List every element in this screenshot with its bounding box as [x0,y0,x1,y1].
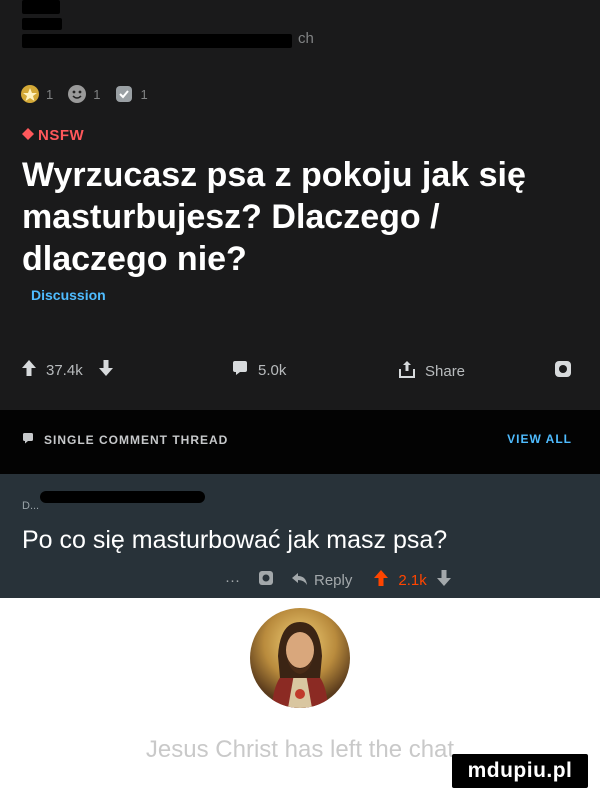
comment-score: 2.1k [398,571,427,589]
meme-caption-area: Jesus Christ has left the chat mdupiu.pl [0,598,600,800]
reply-icon [292,572,308,589]
comment-body: Po co się masturbować jak masz psa? [22,526,448,554]
redacted-subreddit-icon [22,18,62,30]
redacted-comment-author [40,491,205,503]
downvote-icon[interactable] [98,360,113,380]
comments-button[interactable]: 5.0k [232,360,286,380]
single-thread-bar: SINGLE COMMENT THREAD VIEW ALL [0,410,600,474]
silver-award-icon [114,84,134,104]
comment-icon [232,360,248,380]
post-actions: 37.4k 5.0k Share [22,360,582,390]
vote-group: 37.4k [22,360,113,380]
comment-upvote-icon[interactable] [374,570,389,590]
reply-label: Reply [314,571,353,589]
award-count: 1 [93,86,101,102]
gold-award-icon [20,84,40,104]
comment-actions: ··· Reply 2.1k [225,570,451,590]
award-icon [554,360,572,382]
view-all-link[interactable]: VIEW ALL [507,432,572,446]
jesus-avatar [250,608,350,708]
comment-award-icon[interactable] [258,570,274,590]
watermark-logo: mdupiu.pl [452,754,588,788]
comment-count: 5.0k [258,361,287,379]
username-fragment: ch [298,30,314,47]
thread-label: SINGLE COMMENT THREAD [22,432,228,447]
comment-card: D... Po co się masturbować jak masz psa?… [0,474,600,598]
awards-row[interactable]: 1 1 1 [20,84,148,104]
comment-author[interactable]: D... [22,500,39,512]
share-icon [399,360,415,382]
award-count: 1 [46,86,54,102]
comment-downvote-icon[interactable] [436,570,451,590]
thread-label-text: SINGLE COMMENT THREAD [44,432,229,447]
post-flair[interactable]: Discussion [31,287,106,303]
thread-comment-icon [22,432,34,447]
nsfw-label: NSFW [38,127,85,144]
redacted-subreddit-name[interactable] [22,34,292,48]
reply-button[interactable]: Reply [292,572,352,589]
wholesome-award-icon [67,84,87,104]
nsfw-tag: NSFW [22,127,84,144]
share-label: Share [425,362,466,380]
award-count: 1 [140,86,148,102]
nsfw-diamond-icon [22,127,34,144]
more-options-icon[interactable]: ··· [225,572,240,589]
share-button[interactable]: Share [399,360,465,382]
award-button[interactable] [554,360,572,382]
redacted-status-bar [22,0,60,14]
upvote-icon[interactable] [22,360,36,380]
post-title[interactable]: Wyrzucasz psa z pokoju jak się masturbuj… [22,154,582,280]
upvote-count: 37.4k [46,361,83,379]
post-card: ch 1 1 1 NSFW Wyrzucasz psa z pokoju jak… [0,0,600,410]
comment-vote-group: 2.1k [374,570,451,590]
